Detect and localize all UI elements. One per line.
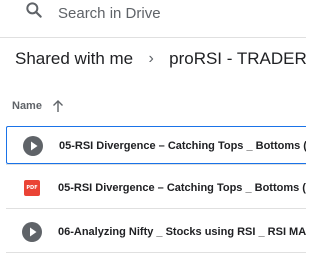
row-divider xyxy=(6,208,306,209)
file-row[interactable]: PDF 05-RSI Divergence – Catching Tops _ … xyxy=(6,169,306,207)
name-column-header[interactable]: Name xyxy=(12,96,64,116)
file-row[interactable]: 06-Analyzing Nifty _ Stocks using RSI _ … xyxy=(6,213,306,251)
name-column-label: Name xyxy=(12,100,42,112)
chevron-right-icon: › xyxy=(148,50,154,67)
breadcrumb: Shared with me › proRSI - TRADERS CLUB xyxy=(15,47,306,71)
file-name: 05-RSI Divergence – Catching Tops _ Bott… xyxy=(59,140,306,152)
drive-page: Shared with me › proRSI - TRADERS CLUB N… xyxy=(0,0,306,265)
play-circle-icon xyxy=(22,222,42,242)
play-circle-icon xyxy=(23,136,43,156)
file-row[interactable]: 05-RSI Divergence – Catching Tops _ Bott… xyxy=(6,126,306,164)
file-name: 06-Analyzing Nifty _ Stocks using RSI _ … xyxy=(58,226,306,238)
search-icon[interactable] xyxy=(24,0,44,20)
row-divider xyxy=(6,164,306,165)
search-input[interactable] xyxy=(58,2,306,24)
breadcrumb-shared-with-me[interactable]: Shared with me xyxy=(15,47,133,71)
file-name: 05-RSI Divergence – Catching Tops _ Bott… xyxy=(58,182,306,194)
pdf-icon-label: PDF xyxy=(24,180,40,196)
search-bar xyxy=(0,0,306,24)
pdf-icon: PDF xyxy=(22,178,42,198)
row-divider xyxy=(6,252,306,253)
arrow-up-icon[interactable] xyxy=(52,99,64,113)
header-divider xyxy=(0,37,306,38)
breadcrumb-current-folder[interactable]: proRSI - TRADERS CLUB xyxy=(169,47,306,71)
